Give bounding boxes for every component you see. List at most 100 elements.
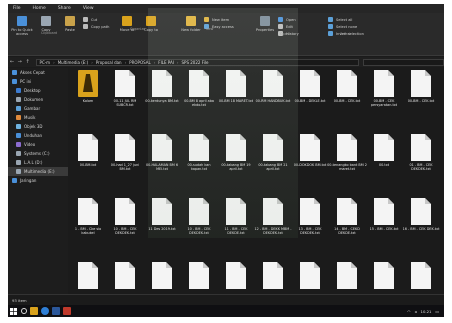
file-name: Kolom [82, 99, 94, 103]
breadcrumb-folder[interactable]: Proposal dan [96, 60, 122, 65]
file-item[interactable]: 00-tenangko bant BM 2 maret.txt [327, 134, 367, 184]
copy-path-button[interactable]: Copy path [83, 23, 109, 30]
new-item-button[interactable]: New item [204, 16, 234, 23]
text-file-icon [263, 134, 283, 161]
tab-file[interactable]: File [8, 6, 28, 11]
file-item[interactable]: 10 - BM - CEK DEKDEK.txt [105, 198, 145, 248]
taskbar-explorer[interactable] [30, 306, 38, 316]
tab-home[interactable]: Home [28, 6, 53, 11]
file-item[interactable]: 00-BM - DEKLE.txt [290, 70, 330, 120]
cut-button[interactable]: Cut [83, 16, 109, 23]
file-item[interactable]: 00-tabang BM 21 april.txt [253, 134, 293, 184]
volume-icon[interactable]: ◂ [415, 309, 417, 314]
file-item[interactable]: 00-BM - CEK.txt [327, 70, 367, 120]
file-item[interactable]: 01 - BM - CEK DEKDEK.txt [401, 134, 441, 184]
breadcrumb-folder[interactable]: PROPOSAL [129, 60, 150, 65]
clock[interactable]: 10.21 [421, 309, 432, 314]
search-input[interactable] [363, 58, 444, 66]
text-file-icon [411, 198, 431, 225]
file-item[interactable]: 16 - BM - CEK DEK.txt [401, 198, 441, 248]
edit-button[interactable]: Edit [278, 23, 299, 30]
breadcrumb-drive[interactable]: Multimedia (E:) [58, 60, 89, 65]
start-button[interactable] [8, 306, 18, 316]
file-item[interactable]: 00-tabang BM 19 april.txt [216, 134, 256, 184]
file-item[interactable]: 15 - BM - CEK.txt [364, 198, 404, 248]
file-item[interactable]: 00-BM 18 MARET.txt [216, 70, 256, 120]
sidebar-item[interactable]: Objek 3D [8, 122, 68, 131]
address-bar[interactable]: PC-m › Multimedia (E:) › Proposal dan › … [35, 58, 360, 66]
forward-icon[interactable]: → [16, 59, 24, 65]
sidebar-item[interactable]: Multimedia (E:) [8, 167, 68, 176]
file-name: 00-RM HANDBUK.txt [255, 99, 291, 103]
properties-button[interactable]: Properties [254, 16, 276, 32]
breadcrumb-folder[interactable]: FILE PAI [158, 60, 174, 65]
search-button[interactable] [21, 306, 27, 316]
file-grid: Kolom 00-11 JUL RM SUBCR.txt 00-kerdunya B… [70, 70, 444, 294]
file-item[interactable]: 00-RM HANDBUK.txt [253, 70, 293, 120]
copy-button[interactable]: Copy [35, 16, 57, 32]
file-item[interactable]: 00-DOKDOK BM.txt [290, 134, 330, 184]
properties-icon [260, 16, 270, 26]
file-name: 00-tenangko bant BM 2 maret.txt [327, 163, 367, 171]
new-item-icon [204, 17, 209, 22]
tab-share[interactable]: Share [53, 6, 78, 11]
file-name: 00-11 JUL RM SUBCR.txt [113, 99, 137, 107]
file-item[interactable]: 1 - BM - Cke sio kabukel [68, 198, 108, 248]
pin-quick-access-button[interactable]: Pin to Quick access [11, 16, 33, 36]
wifi-icon[interactable]: ◠ [407, 309, 410, 314]
file-item[interactable]: 00-BM 8 april aba ekdo.txt [179, 70, 219, 120]
taskbar-app[interactable] [63, 306, 71, 316]
file-item[interactable]: 00-11 JUL RM SUBCR.txt [105, 70, 145, 120]
sidebar-item[interactable]: Desktop [8, 86, 68, 95]
file-item[interactable]: 11 Des 2019.txt [142, 198, 182, 248]
sidebar-item[interactable]: Akses Cepat [8, 68, 68, 77]
text-file-icon [115, 198, 135, 225]
file-item[interactable]: 00-BM - CEK.txt [401, 70, 441, 120]
breadcrumb-current[interactable]: SPS 2022 File [182, 60, 209, 65]
up-icon[interactable]: ↑ [24, 59, 32, 65]
file-item[interactable]: 00-sudah kan kapan.txt [179, 134, 219, 184]
tab-view[interactable]: View [78, 6, 101, 11]
select-none-button[interactable]: Select none [328, 23, 428, 30]
sidebar-item[interactable]: Jaringan [8, 176, 68, 185]
file-item[interactable]: 14 - BM - CEKD DEKDE.txt [327, 198, 367, 248]
file-item[interactable]: 00-kerdunya BM.txt [142, 70, 182, 120]
move-folder-icon [122, 16, 132, 26]
select-all-button[interactable]: Select all [328, 16, 428, 23]
sidebar-item[interactable]: Systems (C:) [8, 149, 68, 158]
edit-icon [278, 24, 283, 29]
file-item[interactable]: 13 - BM - CEK DEKDEK.txt [290, 198, 330, 248]
sidebar-item[interactable]: Musik [8, 113, 68, 122]
file-item[interactable]: 00.txt [364, 134, 404, 184]
file-item[interactable]: 00-BM - CEK persyaratan.txt [364, 70, 404, 120]
open-button[interactable]: Open [278, 16, 299, 23]
taskbar-word[interactable] [52, 306, 60, 316]
file-item[interactable]: 12 - BM - DEKK MBM - DEKDEK.txt [253, 198, 293, 248]
text-file-icon [300, 262, 320, 289]
breadcrumb-separator: › [53, 59, 55, 65]
sidebar-item-label: Musik [24, 115, 36, 120]
sidebar-item[interactable]: Video [8, 140, 68, 149]
breadcrumb-pc[interactable]: PC-m [40, 60, 51, 65]
back-icon[interactable]: ← [8, 59, 16, 65]
sidebar-item[interactable]: L.A.L (D:) [8, 158, 68, 167]
new-folder-button[interactable]: New folder [180, 16, 202, 32]
ribbon-tab-bar: File Home Share View [8, 4, 444, 13]
file-item[interactable]: 00-HALAMAN BM 6 MEI.txt [142, 134, 182, 184]
sidebar-item[interactable]: Unduhan [8, 131, 68, 140]
file-name: 10 - BM - CEK DEKDEK.txt [113, 227, 137, 235]
folder-item[interactable]: Kolom [68, 70, 108, 120]
notification-icon[interactable]: ▭ [435, 309, 439, 314]
sidebar-item[interactable]: Gambar [8, 104, 68, 113]
sidebar-item[interactable]: Dokumen [8, 95, 68, 104]
sidebar-item[interactable]: PC ini [8, 77, 68, 86]
file-item[interactable]: 11 - BM - CEK DEKDE.txt [216, 198, 256, 248]
file-item[interactable]: 00-had 1_27 juni BM.txt [105, 134, 145, 184]
file-item[interactable]: 10 - BM - CEK DEKDEK.txt [179, 198, 219, 248]
text-file-icon [115, 70, 135, 97]
taskbar-browser[interactable] [41, 306, 49, 316]
paste-button[interactable]: Paste [59, 16, 81, 32]
breadcrumb-separator: › [91, 59, 93, 65]
text-file-icon [189, 198, 209, 225]
file-item[interactable]: 00-BM.txt [68, 134, 108, 184]
